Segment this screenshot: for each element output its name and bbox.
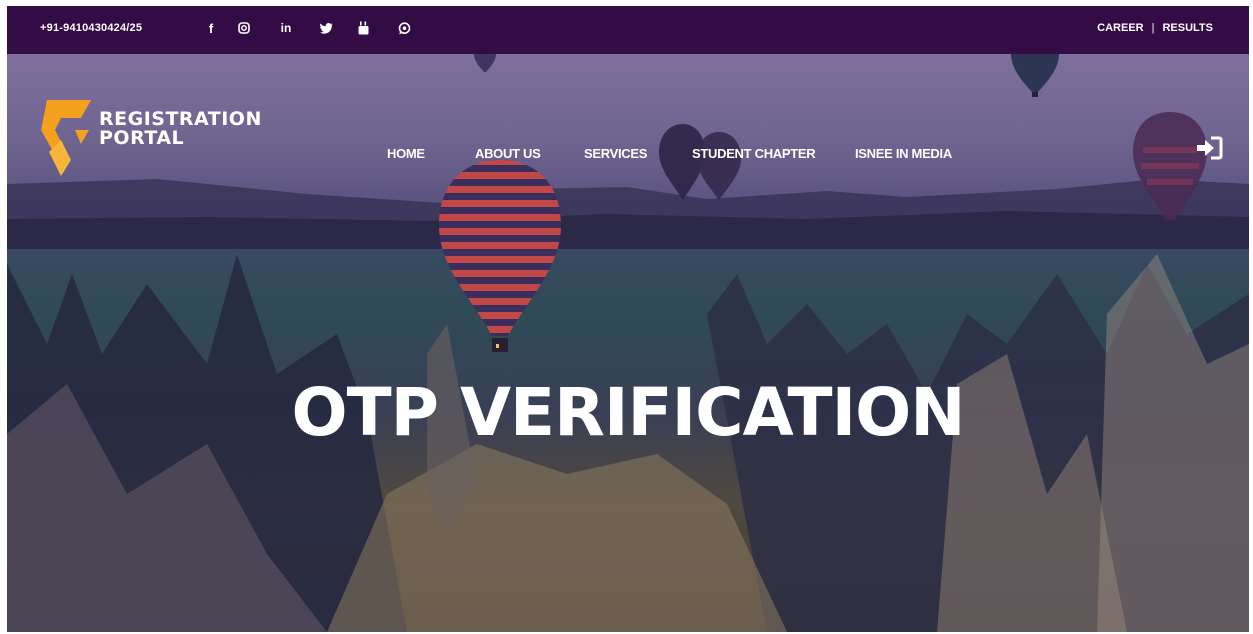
youtube-icon[interactable] bbox=[354, 19, 372, 37]
linkedin-icon[interactable]: in bbox=[277, 19, 295, 37]
results-link[interactable]: RESULTS bbox=[1162, 22, 1213, 34]
twitter-icon[interactable] bbox=[317, 19, 335, 37]
career-link[interactable]: CAREER bbox=[1097, 22, 1143, 34]
facebook-icon[interactable]: f bbox=[202, 19, 220, 37]
right-balloon-image bbox=[1133, 112, 1207, 220]
instagram-icon[interactable] bbox=[235, 19, 253, 37]
logo-title-line2: PORTAL bbox=[99, 127, 185, 149]
nav-services[interactable]: SERVICES bbox=[584, 146, 647, 161]
phone-number[interactable]: +91-9410430424/25 bbox=[40, 22, 142, 34]
whatsapp-icon[interactable] bbox=[395, 19, 413, 37]
site-logo[interactable]: REGISTRATION PORTAL bbox=[41, 100, 261, 180]
logo-mark-icon bbox=[41, 100, 91, 176]
link-separator: | bbox=[1151, 22, 1155, 34]
distant-balloon-image bbox=[1011, 54, 1059, 97]
hero-banner: REGISTRATION PORTAL HOME ABOUT US SERVIC… bbox=[7, 54, 1249, 632]
nav-isnee-in-media[interactable]: ISNEE IN MEDIA bbox=[855, 146, 952, 161]
twin-balloons-image bbox=[659, 124, 741, 200]
login-icon[interactable] bbox=[1195, 136, 1223, 160]
hot-air-balloon-image bbox=[439, 160, 561, 352]
nav-about-us[interactable]: ABOUT US bbox=[475, 146, 541, 161]
browser-viewport: +91-9410430424/25 f in CAREER | RESULTS bbox=[7, 6, 1249, 632]
top-contact-bar: +91-9410430424/25 f in CAREER | RESULTS bbox=[7, 6, 1249, 54]
nav-student-chapter[interactable]: STUDENT CHAPTER bbox=[692, 146, 816, 161]
small-balloon-image bbox=[474, 54, 496, 72]
page-title: OTP VERIFICATION bbox=[291, 374, 966, 451]
nav-home[interactable]: HOME bbox=[387, 146, 425, 161]
